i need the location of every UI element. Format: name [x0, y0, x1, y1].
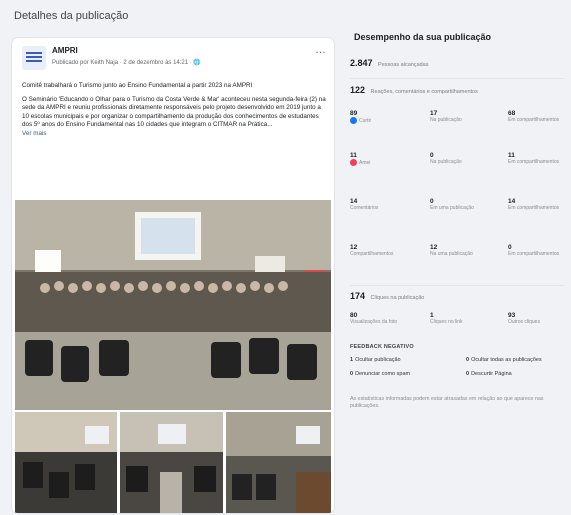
- shares-cell: 12 Compartilhamentos: [350, 244, 422, 257]
- negative-label: Ocultar publicação: [355, 357, 401, 363]
- click-cell: 1 Cliques no link: [430, 312, 502, 325]
- negative-num: 1: [350, 357, 354, 363]
- reaction-num: 14: [508, 198, 516, 205]
- reaction-label: Amei: [359, 159, 371, 166]
- globe-icon: 🌐: [193, 60, 201, 66]
- reaction-label: Na uma publicação: [430, 251, 473, 257]
- reaction-label: Comentários: [350, 205, 379, 211]
- reaction-num: 11: [350, 152, 357, 159]
- reaction-label: Na publicação: [430, 117, 462, 123]
- reaction-num: 12: [430, 244, 438, 251]
- reaction-cell: 14 Em compartilhamentos: [508, 198, 568, 211]
- engagement-value: 122: [350, 85, 366, 95]
- click-label: Cliques no link: [430, 319, 463, 325]
- thumb-image-1: [15, 412, 117, 513]
- reaction-cell: 0 Na publicação: [430, 152, 502, 165]
- post-header: AMPRI Publicado por Keith Naja · 2 de de…: [22, 45, 326, 72]
- click-num: 93: [508, 312, 516, 319]
- click-num: 80: [350, 312, 358, 319]
- reaction-label: Em uma publicação: [430, 205, 474, 211]
- click-num: 1: [430, 312, 434, 319]
- reaction-num: 89: [350, 110, 358, 117]
- reaction-num: 12: [350, 244, 358, 251]
- reaction-label: Compartilhamentos: [350, 251, 394, 257]
- reaction-cell: 68 Em compartilhamentos: [508, 110, 568, 123]
- see-more-link[interactable]: Ver mais: [22, 130, 47, 137]
- negative-item: 1 Ocultar publicação: [350, 357, 401, 363]
- stats-note: As estatísticas informadas podem estar a…: [350, 396, 544, 409]
- negative-label: Denunciar como spam: [355, 371, 411, 377]
- post-performance-panel: Desempenho da sua publicação 2.847 Pesso…: [348, 24, 568, 444]
- post-photo-main[interactable]: [15, 200, 331, 410]
- event-photo-image: [15, 200, 331, 410]
- reactions-grid: 89 Curtir 17 Na publicação 68 Em compart…: [350, 110, 568, 270]
- reaction-label: Na publicação: [430, 159, 462, 165]
- page-avatar[interactable]: [22, 46, 46, 70]
- divider: [350, 78, 564, 79]
- engagement-label: Reações, comentários e compartilhamentos: [370, 89, 478, 95]
- reaction-num: 14: [350, 198, 358, 205]
- reaction-label: Curtir: [359, 117, 372, 124]
- negative-num: 0: [466, 371, 470, 377]
- click-label: Outros cliques: [508, 319, 540, 325]
- reaction-num: 0: [508, 244, 512, 251]
- post-photo-thumb-3[interactable]: [226, 412, 331, 513]
- divider: [350, 285, 564, 286]
- clicks-label: Cliques na publicação: [370, 295, 425, 301]
- post-paragraph-1: Comitê trabalhará o Turismo junto ao Ens…: [22, 82, 253, 89]
- negative-num: 0: [466, 357, 470, 363]
- post-meta: Publicado por Keith Naja · 2 de dezembro…: [52, 59, 201, 66]
- ampri-logo-icon: [26, 52, 42, 62]
- reaction-num: 17: [430, 110, 438, 117]
- post-photo-thumbnails: [15, 412, 331, 513]
- negative-feedback-header: FEEDBACK NEGATIVO: [350, 344, 414, 350]
- post-text: Comitê trabalhará o Turismo junto ao Ens…: [22, 82, 328, 144]
- reaction-cell: 12 Na uma publicação: [430, 244, 502, 257]
- reaction-cell: 0 Em compartilhamentos: [508, 244, 568, 257]
- negative-num: 0: [350, 371, 354, 377]
- reaction-cell: 0 Em uma publicação: [430, 198, 502, 211]
- thumb-image-3: [226, 412, 331, 513]
- reaction-cell-like: 89 Curtir: [350, 110, 422, 124]
- reaction-label: Em compartilhamentos: [508, 159, 560, 165]
- performance-title: Desempenho da sua publicação: [354, 32, 492, 42]
- clicks-value: 174: [350, 291, 366, 301]
- negative-item: 0 Descurtir Página: [466, 371, 512, 377]
- reaction-num: 11: [508, 152, 515, 159]
- thumb-image-2: [120, 412, 223, 513]
- page-title: Detalhes da publicação: [14, 10, 129, 22]
- reach-stat: 2.847 Pessoas alcançadas: [350, 58, 429, 68]
- reaction-cell: 11 Em compartilhamentos: [508, 152, 568, 165]
- engagement-stat: 122 Reações, comentários e compartilhame…: [350, 85, 478, 95]
- reaction-label: Em compartilhamentos: [508, 205, 560, 211]
- reaction-cell-love: 11 Amei: [350, 152, 422, 166]
- post-photo-thumb-1[interactable]: [15, 412, 117, 513]
- click-label: Visualizações da foto: [350, 319, 398, 325]
- reaction-num: 68: [508, 110, 516, 117]
- reach-label: Pessoas alcançadas: [378, 62, 429, 68]
- click-cell: 80 Visualizações da foto: [350, 312, 422, 325]
- more-options-icon[interactable]: …: [315, 45, 326, 56]
- reaction-label: Em compartilhamentos: [508, 251, 560, 257]
- negative-label: Descurtir Página: [471, 371, 512, 377]
- clicks-stat: 174 Cliques na publicação: [350, 291, 424, 301]
- love-icon: [350, 159, 357, 166]
- negative-item: 0 Ocultar todas as publicações: [466, 357, 542, 363]
- reaction-num: 0: [430, 198, 434, 205]
- like-icon: [350, 117, 357, 124]
- post-paragraph-2: O Seminário 'Educando o Olhar para o Tur…: [22, 95, 326, 129]
- reach-value: 2.847: [350, 58, 373, 68]
- click-cell: 93 Outros cliques: [508, 312, 568, 325]
- comments-cell: 14 Comentários: [350, 198, 422, 211]
- clicks-grid: 80 Visualizações da foto 1 Cliques no li…: [350, 312, 568, 336]
- reaction-cell: 17 Na publicação: [430, 110, 502, 123]
- post-author[interactable]: AMPRI: [52, 46, 78, 55]
- post-meta-text: Publicado por Keith Naja · 2 de dezembro…: [52, 60, 192, 66]
- post-photo-thumb-2[interactable]: [120, 412, 223, 513]
- post-card: AMPRI Publicado por Keith Naja · 2 de de…: [12, 38, 334, 513]
- reaction-num: 0: [430, 152, 434, 159]
- negative-label: Ocultar todas as publicações: [471, 357, 542, 363]
- negative-item: 0 Denunciar como spam: [350, 371, 410, 377]
- reaction-label: Em compartilhamentos: [508, 117, 560, 123]
